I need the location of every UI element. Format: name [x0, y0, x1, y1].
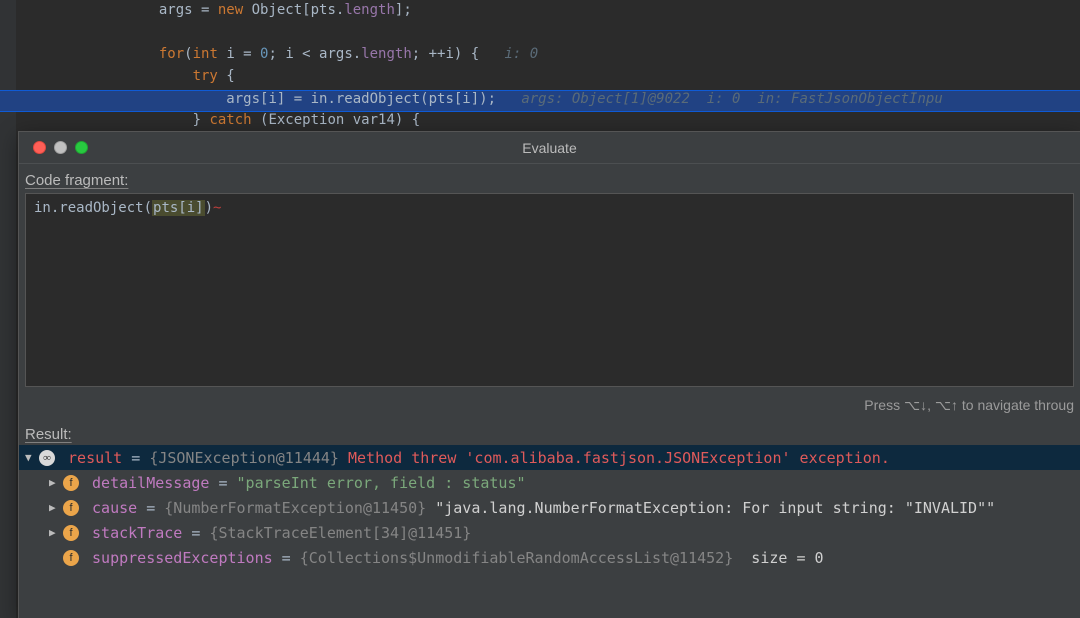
expand-icon[interactable] [49, 501, 63, 514]
result-root-row[interactable]: ∞ result = {JSONException@11444} Method … [19, 445, 1080, 470]
field-icon: f [63, 500, 79, 516]
code-fragment-label: Code fragment: [19, 164, 1080, 191]
expand-icon[interactable] [25, 451, 39, 464]
code-fragment-input[interactable]: in.readObject(pts[i])~ [25, 193, 1074, 387]
suppressed-exceptions-row[interactable]: f suppressedExceptions = {Collections$Un… [19, 545, 1080, 570]
cause-row[interactable]: f cause = {NumberFormatException@11450} … [19, 495, 1080, 520]
window-zoom-button[interactable] [75, 141, 88, 154]
field-icon: f [63, 475, 79, 491]
window-close-button[interactable] [33, 141, 46, 154]
dialog-title: Evaluate [19, 140, 1080, 156]
field-icon: f [63, 550, 79, 566]
stack-trace-row[interactable]: f stackTrace = {StackTraceElement[34]@11… [19, 520, 1080, 545]
execution-line[interactable]: args[i] = in.readObject(pts[i]); args: O… [0, 90, 1080, 112]
expand-icon[interactable] [49, 476, 63, 489]
object-icon: ∞ [39, 450, 55, 466]
navigation-hint: Press ⌥↓, ⌥↑ to navigate throug [19, 387, 1080, 414]
detail-message-row[interactable]: f detailMessage = "parseInt error, field… [19, 470, 1080, 495]
field-icon: f [63, 525, 79, 541]
expand-icon[interactable] [49, 526, 63, 539]
evaluate-dialog: Evaluate Code fragment: in.readObject(pt… [18, 131, 1080, 618]
expand-icon [49, 551, 63, 564]
window-minimize-button[interactable] [54, 141, 67, 154]
result-label: Result: [19, 418, 1080, 445]
result-tree[interactable]: ∞ result = {JSONException@11444} Method … [19, 445, 1080, 570]
dialog-titlebar[interactable]: Evaluate [19, 132, 1080, 164]
